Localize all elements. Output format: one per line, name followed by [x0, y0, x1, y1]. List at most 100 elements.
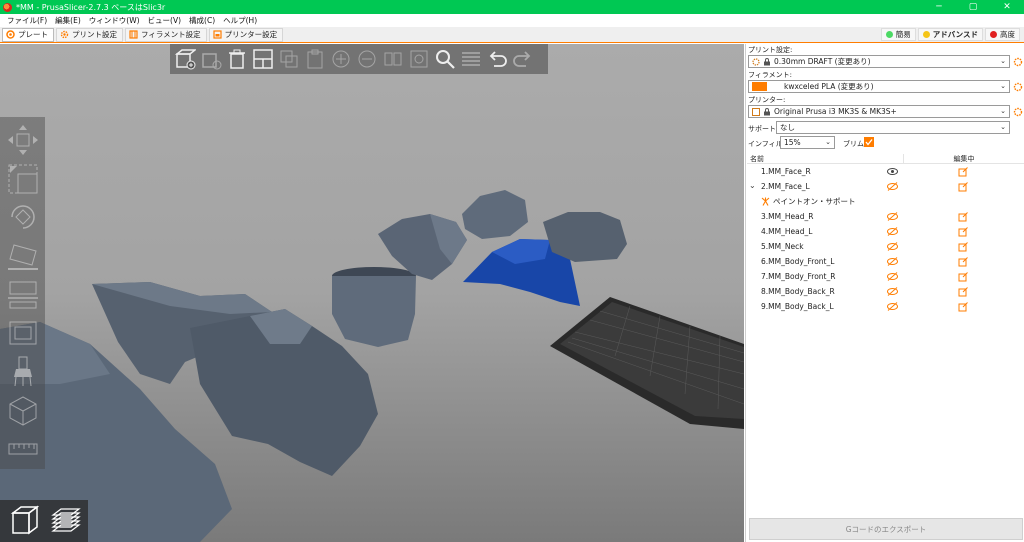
edit-icon[interactable]: [958, 227, 968, 237]
object-row[interactable]: 1.MM_Face_R: [747, 164, 1024, 179]
delete-button[interactable]: [198, 47, 223, 72]
menu-file[interactable]: ファイル(F): [3, 15, 51, 26]
tab-plate-label: プレート: [18, 30, 48, 39]
split-objects-button[interactable]: [380, 47, 405, 72]
menu-view[interactable]: ビュー(V): [144, 15, 185, 26]
menu-configuration[interactable]: 構成(C): [185, 15, 219, 26]
eye-hidden-icon[interactable]: [887, 242, 898, 251]
object-subitem-name: ペイントオン・サポート: [773, 197, 856, 206]
edit-icon[interactable]: [958, 302, 968, 312]
mode-simple[interactable]: 簡易: [880, 28, 916, 41]
trash-icon: [228, 49, 245, 69]
paint-support-button[interactable]: [3, 353, 43, 391]
object-name: 7.MM_Body_Front_R: [761, 272, 836, 281]
filament-combo[interactable]: kwxceled PLA (変更あり) ⌄: [748, 80, 1010, 93]
eye-hidden-icon[interactable]: [887, 287, 898, 296]
eye-hidden-icon[interactable]: [887, 272, 898, 281]
edit-icon[interactable]: [958, 287, 968, 297]
eye-icon[interactable]: [887, 167, 898, 176]
tab-printer-settings[interactable]: プリンター設定: [208, 27, 284, 42]
redo-button[interactable]: [510, 47, 535, 72]
cube-icon: [9, 395, 36, 426]
gear-icon: [752, 57, 760, 66]
object-subitem-row[interactable]: ペイントオン・サポート: [747, 194, 1024, 209]
move-tool-button[interactable]: [3, 121, 43, 159]
yellow-dot-icon: [922, 31, 930, 38]
filament-gear-icon[interactable]: [1012, 81, 1023, 92]
place-on-face-button[interactable]: [3, 237, 43, 275]
infill-value: 15%: [784, 138, 801, 147]
menu-help[interactable]: ヘルプ(H): [219, 15, 261, 26]
model-face-r[interactable]: [462, 190, 528, 239]
object-name: 5.MM_Neck: [761, 242, 804, 251]
eye-hidden-icon[interactable]: [887, 257, 898, 266]
measure-tool-button[interactable]: [3, 430, 43, 468]
chevron-down-icon: ⌄: [1000, 107, 1006, 115]
object-row[interactable]: 9.MM_Body_Back_L: [747, 299, 1024, 314]
scene-canvas[interactable]: [0, 44, 744, 542]
search-button[interactable]: [432, 47, 457, 72]
edit-icon[interactable]: [958, 272, 968, 282]
object-row[interactable]: 3.MM_Head_R: [747, 209, 1024, 224]
mode-expert[interactable]: 高度: [985, 28, 1020, 41]
scale-tool-button[interactable]: [3, 160, 43, 198]
prusaslicer-logo-icon: [3, 2, 12, 12]
model-neck[interactable]: [332, 267, 416, 347]
print-settings-gear-icon[interactable]: [1012, 56, 1023, 67]
edit-icon[interactable]: [958, 167, 968, 177]
tab-print-settings[interactable]: プリント設定: [56, 27, 123, 42]
edit-icon[interactable]: [958, 242, 968, 252]
menu-edit[interactable]: 編集(E): [51, 15, 85, 26]
object-row[interactable]: ⌄ 2.MM_Face_L: [747, 179, 1024, 194]
minus-icon: [358, 50, 375, 68]
print-settings-combo[interactable]: 0.30mm DRAFT (変更あり) ⌄: [748, 55, 1010, 68]
object-row[interactable]: 6.MM_Body_Front_L: [747, 254, 1024, 269]
paste-button[interactable]: [302, 47, 327, 72]
object-row[interactable]: 5.MM_Neck: [747, 239, 1024, 254]
edit-icon[interactable]: [958, 257, 968, 267]
eye-hidden-icon[interactable]: [887, 182, 898, 191]
plate-icon: [6, 30, 15, 39]
printer-value: Original Prusa i3 MK3S & MK3S+: [774, 107, 897, 116]
rotate-tool-button[interactable]: [3, 198, 43, 236]
tab-filament-settings[interactable]: フィラメント設定: [125, 27, 207, 42]
edit-icon[interactable]: [958, 182, 968, 192]
seam-paint-button[interactable]: [3, 392, 43, 430]
brim-checkbox[interactable]: [864, 137, 874, 147]
arrange-button[interactable]: [250, 47, 275, 72]
printer-combo[interactable]: Original Prusa i3 MK3S & MK3S+ ⌄: [748, 105, 1010, 118]
support-combo[interactable]: なし ⌄: [776, 121, 1010, 134]
remove-instance-button[interactable]: [354, 47, 379, 72]
3d-view-button[interactable]: [5, 503, 40, 539]
tab-plate[interactable]: プレート: [2, 27, 54, 42]
edit-icon[interactable]: [958, 212, 968, 222]
add-instance-button[interactable]: [328, 47, 353, 72]
object-row[interactable]: 7.MM_Body_Front_R: [747, 269, 1024, 284]
eye-hidden-icon[interactable]: [887, 227, 898, 236]
layers-editing-button[interactable]: [458, 47, 483, 72]
close-button[interactable]: ✕: [990, 0, 1024, 14]
undo-button[interactable]: [484, 47, 509, 72]
eye-hidden-icon[interactable]: [887, 302, 898, 311]
add-button[interactable]: [172, 47, 197, 72]
split-parts-button[interactable]: [406, 47, 431, 72]
menu-bar: ファイル(F) 編集(E) ウィンドウ(W) ビュー(V) 構成(C) ヘルプ(…: [0, 14, 1024, 27]
preview-button[interactable]: [49, 503, 83, 539]
red-dot-icon: [990, 31, 997, 38]
object-row[interactable]: 4.MM_Head_L: [747, 224, 1024, 239]
infill-combo[interactable]: 15% ⌄: [780, 136, 835, 149]
menu-window[interactable]: ウィンドウ(W): [85, 15, 144, 26]
mode-advanced[interactable]: アドバンスド: [917, 28, 983, 41]
hollow-tool-button[interactable]: [3, 314, 43, 352]
cut-tool-button[interactable]: [3, 276, 43, 314]
3d-viewport[interactable]: [0, 44, 744, 542]
chevron-down-icon[interactable]: ⌄: [749, 181, 756, 190]
printer-gear-icon[interactable]: [1012, 106, 1023, 117]
minimize-button[interactable]: ─: [922, 0, 956, 14]
copy-button[interactable]: [276, 47, 301, 72]
maximize-button[interactable]: ▢: [956, 0, 990, 14]
delete-all-button[interactable]: [224, 47, 249, 72]
export-gcode-button[interactable]: Gコードのエクスポート: [749, 518, 1023, 540]
object-row[interactable]: 8.MM_Body_Back_R: [747, 284, 1024, 299]
eye-hidden-icon[interactable]: [887, 212, 898, 221]
